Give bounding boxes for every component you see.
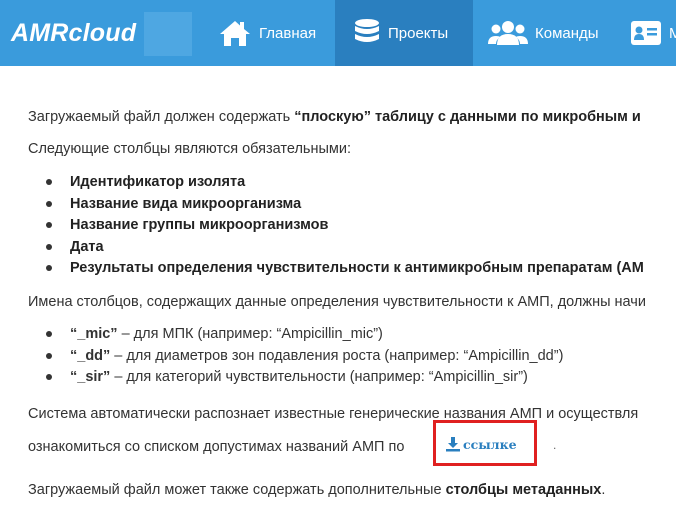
nav-more-label: М — [669, 24, 676, 42]
brand-logo[interactable]: AMRcloud — [0, 0, 192, 66]
list-item: “_sir” – для категорий чувствительности … — [45, 366, 563, 388]
list-item: Дата — [46, 236, 644, 258]
list-item: “_dd” – для диаметров зон подавления рос… — [45, 345, 564, 367]
metadata-bold: столбцы метаданных — [445, 482, 602, 498]
auto-recognition-paragraph: Система автоматически распознает известн… — [28, 406, 639, 422]
suffix-list: “_mic” – для МПК (например: “Ampicillin_… — [28, 323, 563, 388]
file-format-text: Загружаемый файл должен содержать — [28, 109, 295, 125]
nav-teams[interactable]: Команды — [478, 0, 612, 66]
id-card-icon — [630, 20, 662, 46]
home-icon — [218, 19, 252, 47]
metadata-text: Загружаемый файл может также содержать д… — [28, 482, 446, 498]
link-label: ссылке — [463, 436, 517, 452]
suffix-code: “_mic” — [70, 326, 118, 342]
database-icon — [353, 18, 381, 48]
required-columns-list: Идентификатор изолята Название вида микр… — [28, 171, 644, 279]
suffix-text: – для категорий чувствительности (наприм… — [110, 369, 528, 385]
required-columns-intro: Следующие столбцы являются обязательными… — [28, 141, 351, 157]
nav-projects[interactable]: Проекты — [335, 0, 473, 66]
list-item: Название вида микроорганизма — [46, 193, 644, 215]
metadata-paragraph: Загружаемый файл может также содержать д… — [28, 479, 605, 501]
nav-projects-label: Проекты — [388, 24, 449, 42]
list-item: Название группы микроорганизмов — [46, 214, 644, 236]
nav-home[interactable]: Главная — [210, 0, 330, 66]
users-icon — [488, 20, 528, 46]
metadata-suffix: . — [601, 482, 606, 498]
nav-teams-label: Команды — [535, 24, 599, 42]
list-item: “_mic” – для МПК (например: “Ampicillin_… — [45, 323, 563, 345]
list-item: Результаты определения чувствительности … — [46, 257, 644, 279]
suffix-text: – для диаметров зон подавления роста (на… — [110, 347, 564, 364]
suffix-code: “_dd” — [70, 347, 111, 364]
list-item: Идентификатор изолята — [46, 171, 644, 193]
suffix-code: “_sir” — [70, 369, 111, 385]
link-paragraph: ознакомиться со списком допустимах назва… — [28, 439, 405, 455]
suffix-text: – для МПК (например: “Ampicillin_mic”) — [117, 326, 383, 342]
nav-more[interactable]: М — [622, 0, 676, 66]
file-format-bold: “плоскую” таблицу с данными по микробным… — [294, 109, 641, 125]
file-format-paragraph: Загружаемый файл должен содержать “плоск… — [28, 106, 641, 128]
column-names-paragraph: Имена столбцов, содержащих данные опреде… — [28, 294, 646, 310]
download-icon — [445, 436, 461, 452]
nav-home-label: Главная — [259, 24, 317, 42]
top-navbar: AMRcloud Главная Проекты Команды М — [0, 0, 676, 66]
link-trailing-dot: . — [553, 438, 557, 452]
amp-names-download-link[interactable]: ссылке — [445, 436, 517, 452]
